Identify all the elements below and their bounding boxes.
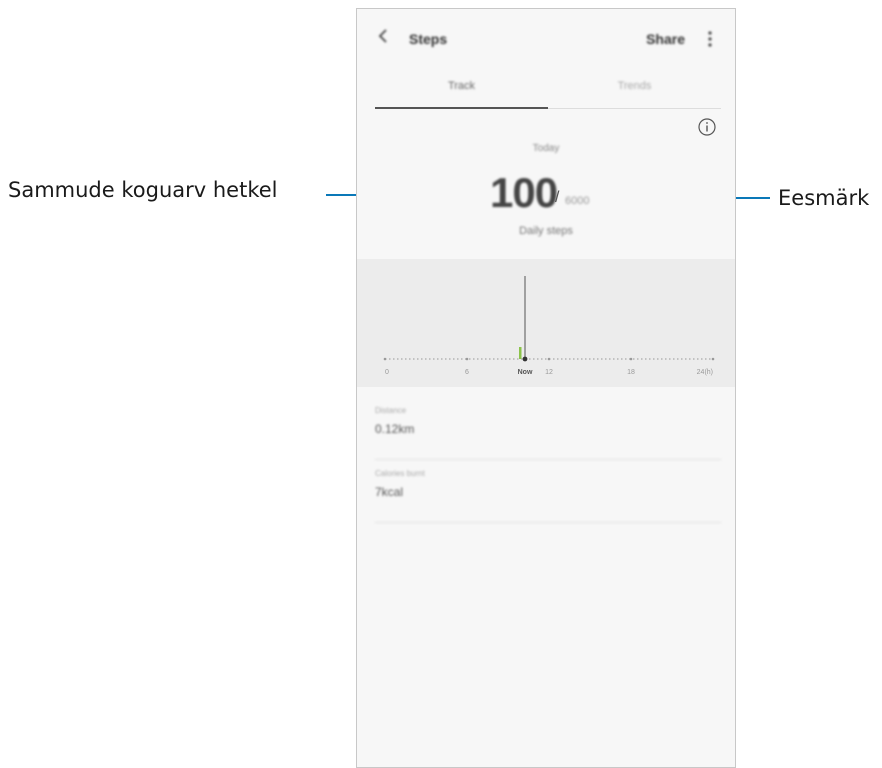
count-separator: / [555,189,560,206]
tab-bar: Track Trends [375,71,721,109]
chart-tick-label: 24(h) [697,369,713,376]
back-arrow-icon[interactable] [375,27,393,45]
info-icon[interactable] [697,117,717,137]
tab-trends[interactable]: Trends [548,71,721,109]
today-label: Today [532,143,560,154]
step-count-row: 100 / 6000 [357,169,735,219]
stat-label: Distance [375,406,407,415]
chart-bar [519,347,522,359]
chart-tick [711,357,715,361]
chart-tick-label: 18 [627,369,635,376]
page-title: Steps [409,31,448,47]
stat-distance[interactable]: Distance 0.12km [375,397,721,460]
phone-screen: Steps Share Track Trends Today 100 / 600… [356,8,736,768]
app-bar: Steps Share [357,9,735,69]
chart-tick [547,357,551,361]
stats-list: Distance 0.12km Calories burnt 7kcal [375,397,721,523]
more-options-icon[interactable] [707,29,713,49]
now-marker-dot [522,356,528,362]
tab-divider [548,108,721,109]
chart-tick-label: 0 [385,369,389,376]
goal-annotation: Eesmärk [778,186,870,210]
chart-tick [383,357,387,361]
goal-value[interactable]: 6000 [565,195,589,207]
share-button[interactable]: Share [646,31,685,47]
chart-tick [465,357,469,361]
steps-chart-svg: 0 6 Now 12 18 24(h) [383,276,715,376]
chart-tick-labels: 0 6 Now 12 18 24(h) [385,369,713,376]
current-steps-annotation: Sammude koguarv hetkel [8,178,278,202]
chart-tick [629,357,633,361]
step-count: 100 [490,169,558,216]
steps-chart: 0 6 Now 12 18 24(h) [357,259,735,387]
active-tab-indicator [375,107,548,109]
chart-tick-label: Now [518,369,533,376]
chart-tick-label: 6 [465,369,469,376]
stat-value: 7kcal [375,485,404,499]
stat-value: 0.12km [375,422,415,436]
stat-label: Calories burnt [375,469,425,478]
tab-track[interactable]: Track [375,71,548,109]
stat-calories[interactable]: Calories burnt 7kcal [375,460,721,523]
chart-tick-label: 12 [545,369,553,376]
daily-steps-label: Daily steps [519,225,573,237]
